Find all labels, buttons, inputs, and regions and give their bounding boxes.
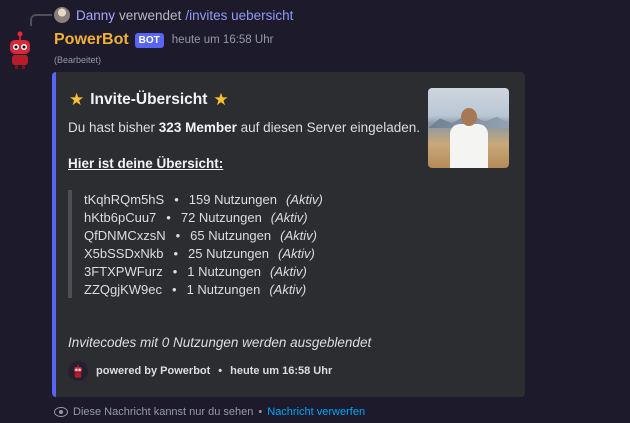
invite-status: (Aktiv) <box>270 209 308 225</box>
ephemeral-separator: • <box>258 406 263 418</box>
invite-status: (Aktiv) <box>280 227 317 243</box>
invite-code: ZZQgjKW9ec <box>84 281 163 297</box>
invite-row: ZZQgjKW9ec • 1 Nutzungen (Aktiv) <box>84 280 368 298</box>
reply-reference[interactable]: Danny verwendet /invites uebersicht <box>54 6 293 24</box>
reply-user-avatar[interactable] <box>54 7 70 23</box>
separator: • <box>175 227 181 243</box>
separator: • <box>174 191 179 207</box>
robot-icon <box>10 31 30 69</box>
invite-list: tKqhRQm5hS • 159 Nutzungen (Aktiv) hKtb6… <box>68 190 368 298</box>
reply-verb: verwendet <box>119 7 182 23</box>
embed-thumbnail[interactable] <box>428 88 509 168</box>
invite-row: QfDNMCxzsN • 65 Nutzungen (Aktiv) <box>84 226 368 244</box>
ephemeral-notice: Diese Nachricht kannst nur du sehen • Na… <box>54 404 365 420</box>
embed-title-text: Invite-Übersicht <box>90 91 208 108</box>
message-timestamp[interactable]: heute um 16:58 Uhr <box>172 34 274 46</box>
embed-footer: powered by Powerbot • heute um 16:58 Uhr <box>68 361 332 381</box>
footer-robot-icon <box>68 361 88 381</box>
invite-embed: ★ Invite-Übersicht ★ Du hast bisher 323 … <box>52 72 525 397</box>
separator: • <box>172 263 178 279</box>
ephemeral-text: Diese Nachricht kannst nur du sehen <box>73 406 254 418</box>
invite-status: (Aktiv) <box>278 245 315 261</box>
embed-title: ★ Invite-Übersicht ★ <box>69 90 229 110</box>
author-name[interactable]: PowerBot <box>54 31 129 49</box>
invite-uses: 1 Nutzungen <box>186 281 261 297</box>
star-icon: ★ <box>213 90 229 109</box>
separator: • <box>173 245 179 261</box>
invite-row: 3FTXPWFurz • 1 Nutzungen (Aktiv) <box>84 262 368 280</box>
footer-separator: • <box>218 365 223 377</box>
separator: • <box>172 281 177 297</box>
invite-row: tKqhRQm5hS • 159 Nutzungen (Aktiv) <box>84 190 368 208</box>
footer-time: heute um 16:58 Uhr <box>230 365 333 377</box>
invite-code: X5bSSDxNkb <box>84 245 164 261</box>
invite-status: (Aktiv) <box>285 191 323 207</box>
invite-status: (Aktiv) <box>270 263 307 279</box>
message-header: PowerBot BOT heute um 16:58 Uhr <box>54 30 273 50</box>
invite-row: X5bSSDxNkb • 25 Nutzungen (Aktiv) <box>84 244 368 262</box>
desc-suffix: auf diesen Server eingeladen. <box>236 120 420 135</box>
invite-code: QfDNMCxzsN <box>84 227 166 243</box>
invite-uses: 65 Nutzungen <box>190 227 272 243</box>
bot-avatar[interactable] <box>0 30 40 70</box>
reply-user-name[interactable]: Danny <box>76 8 115 23</box>
reply-command[interactable]: /invites uebersicht <box>185 8 293 23</box>
desc-prefix: Du hast bisher <box>68 120 159 135</box>
separator: • <box>166 209 171 225</box>
footer-text: powered by Powerbot <box>96 365 211 377</box>
invite-uses: 159 Nutzungen <box>188 191 277 207</box>
edited-indicator: (Bearbeitet) <box>54 55 102 65</box>
embed-accent-bar <box>52 72 56 397</box>
star-icon: ★ <box>69 90 85 109</box>
invite-row: hKtb6pCuu7 • 72 Nutzungen (Aktiv) <box>84 208 368 226</box>
member-count: 323 Member <box>158 120 237 135</box>
invite-uses: 1 Nutzungen <box>187 263 262 279</box>
eye-icon <box>54 407 68 417</box>
invite-code: hKtb6pCuu7 <box>84 209 157 225</box>
reply-connector-line <box>30 14 52 26</box>
embed-description: Du hast bisher 323 Member auf diesen Ser… <box>68 120 420 135</box>
invite-status: (Aktiv) <box>269 281 307 297</box>
dismiss-message-link[interactable]: Nachricht verwerfen <box>267 406 365 418</box>
invite-uses: 25 Nutzungen <box>188 245 269 261</box>
overview-heading: Hier ist deine Übersicht: <box>68 156 224 171</box>
hidden-codes-note: Invitecodes mit 0 Nutzungen werden ausge… <box>68 335 372 350</box>
invite-uses: 72 Nutzungen <box>180 209 262 225</box>
invite-code: 3FTXPWFurz <box>84 263 163 279</box>
bot-badge: BOT <box>134 32 164 48</box>
invite-code: tKqhRQm5hS <box>84 191 165 207</box>
